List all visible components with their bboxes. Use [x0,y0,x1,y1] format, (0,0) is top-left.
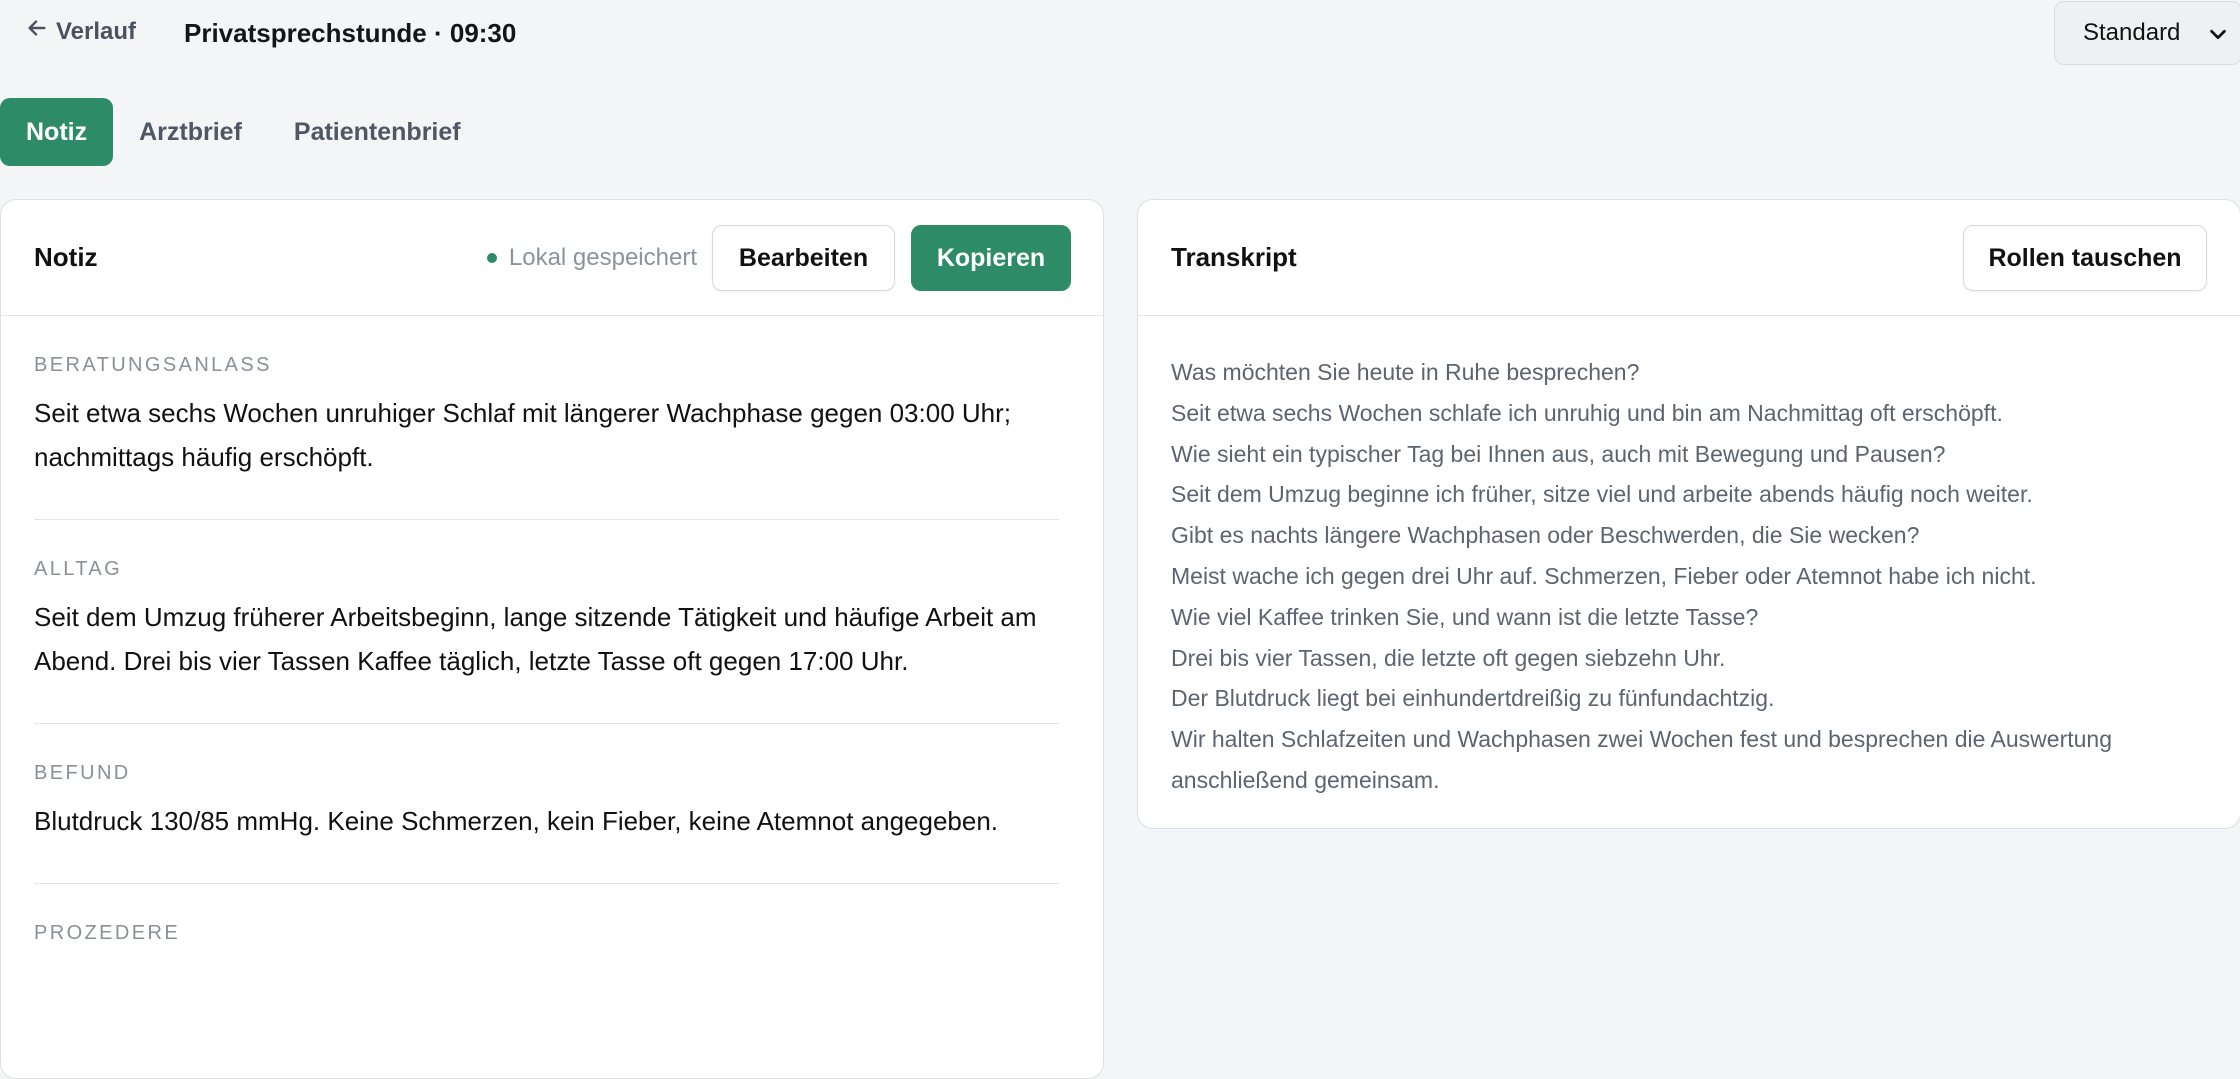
note-card-title: Notiz [34,242,98,272]
note-section-befund: Befund Blutdruck 130/85 mmHg. Keine Schm… [34,724,1059,884]
note-section-prozedere: Prozedere [34,884,1059,999]
saved-status-label: Lokal gespeichert [508,244,697,271]
back-link[interactable]: Verlauf [26,17,136,46]
transcript-body: Was möchten Sie heute in Ruhe besprechen… [1138,316,2240,801]
transcript-line: Gibt es nachts längere Wachphasen oder B… [1171,522,1920,549]
section-text: Seit dem Umzug früherer Arbeitsbeginn, l… [34,602,1037,676]
edit-button[interactable]: Bearbeiten [712,225,895,291]
transcript-line: Wir halten Schlafzeiten und Wachphasen z… [1171,726,2113,793]
page-title: Privatsprechstunde · 09:30 [184,18,517,48]
transcript-line: Meist wache ich gegen drei Uhr auf. Schm… [1171,562,2037,589]
arrow-left-icon [26,17,48,46]
document-tabs: Notiz Arztbrief Patientenbrief [0,98,487,166]
transcript-line: Wie viel Kaffee trinken Sie, und wann is… [1171,603,1759,630]
note-body: Beratungsanlass Seit etwa sechs Wochen u… [1,316,1103,999]
tab-arztbrief[interactable]: Arztbrief [113,98,268,166]
swap-roles-button[interactable]: Rollen tauschen [1963,225,2207,291]
section-label: Alltag [34,558,123,580]
transcript-line: Drei bis vier Tassen, die letzte oft geg… [1171,644,1726,671]
tab-patientenbrief[interactable]: Patientenbrief [268,98,487,166]
transcript-line: Seit dem Umzug beginne ich früher, sitze… [1171,481,2033,508]
note-card: Notiz Lokal gespeichert Bearbeiten Kopie… [0,199,1104,1079]
template-select-value: Standard [2083,19,2181,46]
back-link-label: Verlauf [56,17,137,45]
template-select[interactable]: Standard [2054,1,2240,65]
section-label: Beratungsanlass [34,354,272,376]
transcript-card-title: Transkript [1171,242,1297,272]
transcript-line: Seit etwa sechs Wochen schlafe ich unruh… [1171,399,2003,426]
note-section-alltag: Alltag Seit dem Umzug früherer Arbeitsbe… [34,520,1059,724]
transcript-card: Transkript Rollen tauschen Was möchten S… [1137,199,2240,829]
note-card-header: Notiz Lokal gespeichert Bearbeiten Kopie… [1,200,1103,316]
tab-notiz[interactable]: Notiz [0,98,114,166]
status-dot-icon [486,253,497,263]
saved-status: Lokal gespeichert [486,244,697,272]
section-text: Seit etwa sechs Wochen unruhiger Schlaf … [34,398,1011,472]
transcript-line: Der Blutdruck liegt bei einhundertdreißi… [1171,685,1775,712]
section-text: Blutdruck 130/85 mmHg. Keine Schmerzen, … [34,806,999,836]
note-section-beratungsanlass: Beratungsanlass Seit etwa sechs Wochen u… [34,316,1059,520]
top-bar: Verlauf Privatsprechstunde · 09:30 Stand… [0,0,2240,70]
transcript-line: Wie sieht ein typischer Tag bei Ihnen au… [1171,440,1946,467]
copy-button[interactable]: Kopieren [911,225,1071,291]
section-label: Prozedere [34,922,181,944]
transcript-line: Was möchten Sie heute in Ruhe besprechen… [1171,359,1640,385]
transcript-card-header: Transkript Rollen tauschen [1138,200,2240,316]
section-label: Befund [34,762,131,784]
